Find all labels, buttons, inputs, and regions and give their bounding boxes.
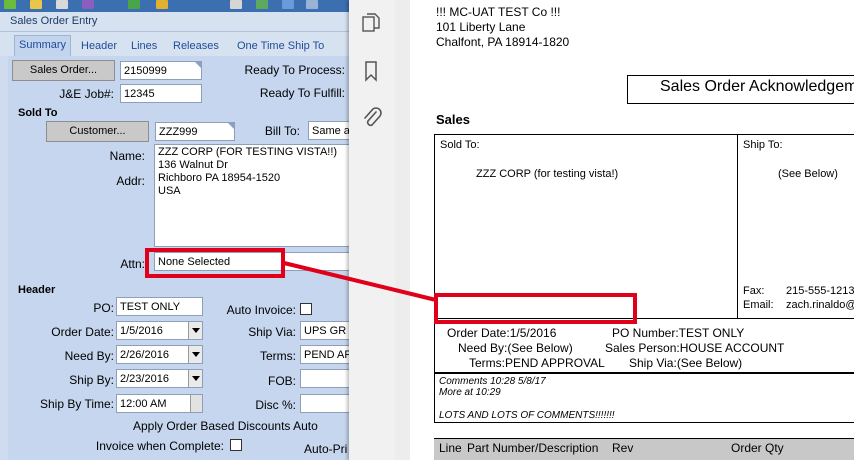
annotation-connector [283, 261, 437, 302]
connector-line [283, 261, 437, 302]
